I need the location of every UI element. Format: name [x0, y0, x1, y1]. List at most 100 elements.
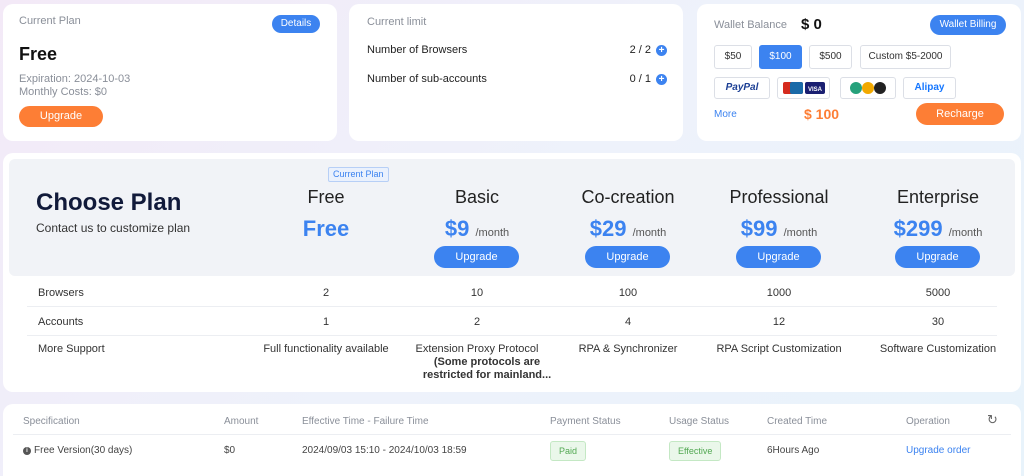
- payment-status-badge: Paid: [550, 441, 587, 461]
- col-payment-status: Payment Status: [550, 416, 621, 427]
- choose-plan-title: Choose Plan: [36, 189, 182, 216]
- expiration-text: Expiration: 2024-10-03: [19, 73, 131, 85]
- price-period: /month: [783, 227, 818, 239]
- amount-custom[interactable]: Custom $5-2000: [860, 45, 951, 69]
- upgrade-enterprise-button[interactable]: Upgrade: [895, 246, 980, 268]
- feature-value: 4: [624, 316, 632, 328]
- plan-price: Free: [302, 216, 350, 241]
- limit-label: Number of sub-accounts: [367, 73, 487, 85]
- choose-plan-subtitle: Contact us to customize plan: [36, 221, 191, 235]
- feature-value: RPA & Synchronizer: [578, 343, 678, 355]
- feature-value: Full functionality available: [263, 343, 389, 355]
- col-time: Effective Time - Failure Time: [302, 416, 429, 427]
- choose-plan-card: Choose Plan Contact us to customize plan…: [3, 153, 1021, 392]
- feature-value: 2: [473, 316, 481, 328]
- feature-value: 30: [931, 316, 945, 328]
- limit-label: Number of Browsers: [367, 44, 468, 56]
- recharge-total: $ 100: [804, 106, 840, 122]
- row-time-range: 2024/09/03 15:10 - 2024/10/03 18:59: [302, 445, 467, 456]
- paypal-option[interactable]: PayPal: [714, 77, 770, 99]
- row-spec: Free Version(30 days): [34, 445, 133, 456]
- current-plan-badge: Current Plan: [328, 167, 389, 182]
- upgrade-cocreation-button[interactable]: Upgrade: [585, 246, 670, 268]
- monthly-costs-text: Monthly Costs: $0: [19, 86, 108, 98]
- plan-basic: Basic $9 /month: [412, 187, 542, 242]
- plan-free: Free Free: [261, 187, 391, 242]
- price-period: /month: [948, 227, 983, 239]
- feature-value: 12: [772, 316, 786, 328]
- plan-price: $29 /month: [563, 216, 693, 242]
- credit-card-icon: VISA: [782, 82, 825, 94]
- col-usage-status: Usage Status: [669, 416, 730, 427]
- card-option[interactable]: VISA: [777, 77, 830, 99]
- details-button[interactable]: Details: [272, 15, 320, 33]
- plan-name: Basic: [454, 187, 499, 207]
- current-plan-card: Current Plan Details Free Expiration: 20…: [3, 4, 337, 141]
- upgrade-professional-button[interactable]: Upgrade: [736, 246, 821, 268]
- info-icon: i: [23, 447, 31, 455]
- plan-price: $9 /month: [412, 216, 542, 242]
- limit-value: 2 / 2: [629, 44, 651, 56]
- col-specification: Specification: [23, 416, 80, 427]
- alipay-option[interactable]: Alipay: [903, 77, 956, 99]
- price-amount: $299: [893, 216, 943, 241]
- crypto-icon: [850, 82, 886, 94]
- plan-enterprise: Enterprise $299 /month: [873, 187, 1003, 242]
- plus-icon[interactable]: +: [656, 45, 667, 56]
- svg-text:VISA: VISA: [807, 87, 822, 93]
- feature-value: 100: [618, 287, 638, 299]
- plan-cocreation: Co-creation $29 /month: [563, 187, 693, 242]
- wallet-billing-button[interactable]: Wallet Billing: [930, 15, 1006, 35]
- row-amount: $0: [224, 445, 236, 456]
- col-created-time: Created Time: [767, 416, 828, 427]
- wallet-balance-value: $ 0: [801, 16, 822, 33]
- price-period: /month: [475, 227, 510, 239]
- amount-500[interactable]: $500: [809, 45, 852, 69]
- more-link[interactable]: More: [714, 109, 737, 120]
- feature-row-accounts: Accounts 1 2 4 12 30: [27, 308, 997, 336]
- recharge-button[interactable]: Recharge: [916, 103, 1004, 125]
- upgrade-button[interactable]: Upgrade: [19, 106, 103, 127]
- limit-row-subaccounts: Number of sub-accounts 0 / 1 +: [367, 73, 667, 85]
- plan-price: $299 /month: [873, 216, 1003, 242]
- orders-card: Specification Amount Effective Time - Fa…: [3, 404, 1021, 476]
- plan-name: Free: [19, 44, 58, 64]
- plan-price: $99 /month: [714, 216, 844, 242]
- feature-value: 1: [322, 316, 330, 328]
- feature-row-support: More Support Full functionality availabl…: [27, 337, 997, 387]
- feature-note: (Some protocols are restricted for mainl…: [422, 356, 552, 381]
- current-limit-card: Current limit Number of Browsers 2 / 2 +…: [349, 4, 683, 141]
- refresh-icon[interactable]: ↻: [987, 412, 998, 428]
- price-amount: $99: [740, 216, 778, 241]
- feature-label: Browsers: [38, 287, 84, 299]
- col-operation: Operation: [906, 416, 950, 427]
- plus-icon[interactable]: +: [656, 74, 667, 85]
- plan-name: Enterprise: [896, 187, 980, 207]
- feature-value: 10: [470, 287, 484, 299]
- plan-name: Free: [307, 187, 345, 207]
- current-limit-heading: Current limit: [367, 16, 427, 28]
- table-header-divider: [13, 434, 1011, 435]
- amount-100[interactable]: $100: [759, 45, 802, 69]
- plan-name: Co-creation: [581, 187, 675, 207]
- upgrade-order-link[interactable]: Upgrade order: [906, 445, 970, 456]
- feature-value: 2: [322, 287, 330, 299]
- usage-status-badge: Effective: [669, 441, 722, 461]
- wallet-balance-label: Wallet Balance: [714, 19, 787, 31]
- plan-professional: Professional $99 /month: [714, 187, 844, 242]
- limit-row-browsers: Number of Browsers 2 / 2 +: [367, 44, 667, 56]
- feature-label: Accounts: [38, 316, 84, 328]
- upgrade-basic-button[interactable]: Upgrade: [434, 246, 519, 268]
- row-created: 6Hours Ago: [767, 445, 820, 456]
- price-amount: $9: [444, 216, 470, 241]
- price-amount: $29: [589, 216, 627, 241]
- current-plan-heading: Current Plan: [19, 15, 81, 27]
- price-period: /month: [632, 227, 667, 239]
- feature-value: Software Customization: [879, 343, 997, 355]
- wallet-card: Wallet Balance $ 0 Wallet Billing $50 $1…: [697, 4, 1021, 141]
- col-amount: Amount: [224, 416, 259, 427]
- crypto-option[interactable]: [840, 77, 896, 99]
- feature-row-browsers: Browsers 2 10 100 1000 5000: [27, 279, 997, 307]
- paypal-label: PayPal: [725, 82, 759, 93]
- amount-50[interactable]: $50: [714, 45, 752, 69]
